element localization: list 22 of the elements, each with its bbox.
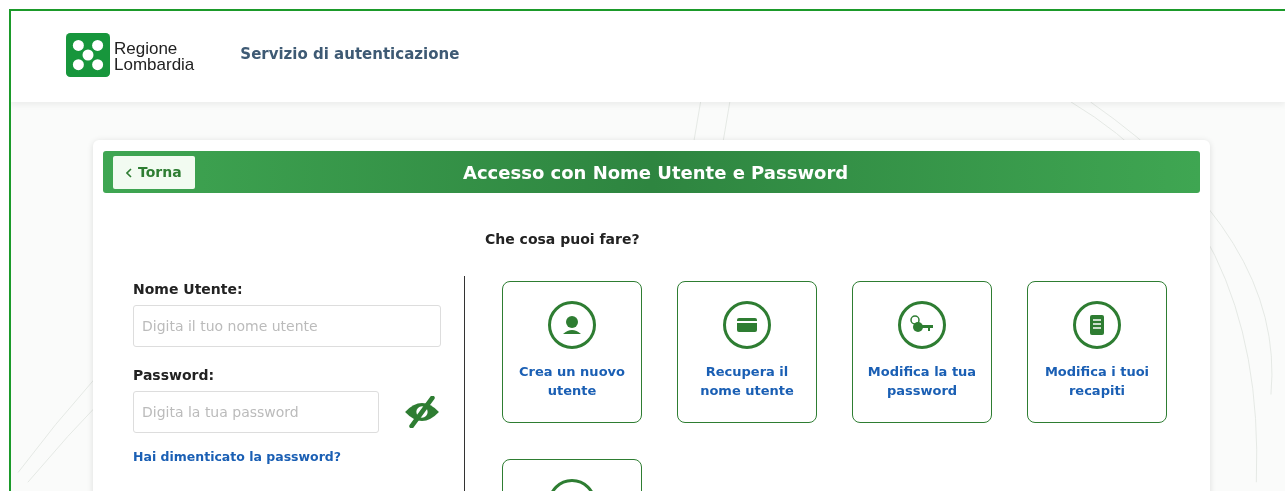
user-icon	[547, 300, 597, 350]
action-tile[interactable]: Modifica la tua password	[852, 281, 992, 423]
panel-title: Accesso con Nome Utente e Password	[463, 161, 850, 183]
logo-text: Lombardia	[114, 56, 195, 73]
document-icon	[1072, 300, 1122, 350]
section-heading: Che cosa puoi fare?	[485, 231, 641, 247]
password-field[interactable]: Digita la tua password	[133, 391, 379, 433]
chevron-left-icon	[126, 168, 132, 178]
username-field[interactable]: Digita il tuo nome utente	[133, 305, 441, 347]
logo-text: Regione	[114, 40, 179, 57]
back-button[interactable]: Torna	[113, 155, 195, 189]
card-icon	[722, 300, 772, 350]
action-tile[interactable]: Recupera il nome utente	[677, 281, 817, 423]
action-tile[interactable]: Modifica i tuoi recapiti	[1027, 281, 1167, 423]
forgot-password-link[interactable]: Hai dimenticato la password?	[133, 449, 342, 464]
field-label: Nome Utente:	[133, 281, 244, 297]
field-label: Password:	[133, 367, 216, 383]
logo-icon	[66, 32, 110, 77]
service-title: Servizio di autenticazione	[240, 44, 460, 63]
eye-slash-icon[interactable]	[403, 396, 441, 428]
keys-icon	[897, 300, 947, 350]
action-tile[interactable]: Crea un nuovo utente	[502, 281, 642, 423]
